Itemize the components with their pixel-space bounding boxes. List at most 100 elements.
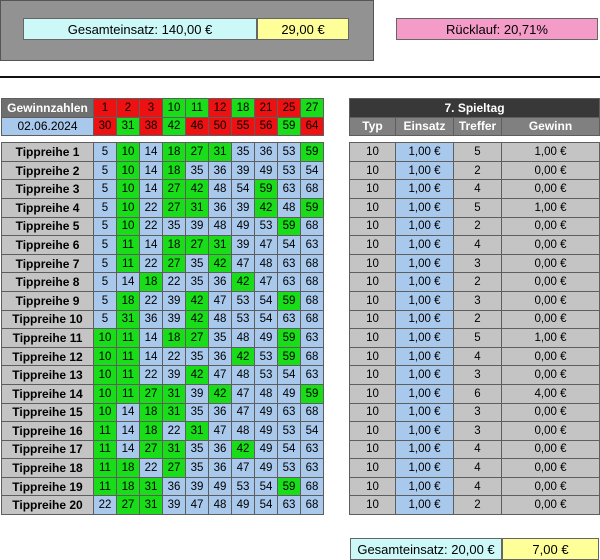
tip-number: 54 — [277, 235, 301, 255]
tip-number: 59 — [300, 142, 324, 162]
tip-number: 63 — [277, 272, 301, 292]
tip-number: 63 — [300, 235, 324, 255]
tip-row: Tippreihe 1 5 10 14 18 27 31 35 36 53 59 — [1, 142, 324, 162]
tip-number: 10 — [116, 160, 140, 181]
result-typ: 10 — [349, 402, 396, 423]
draw-row-1: Gewinnzahlen 1 2 3 10 11 12 18 21 25 27 — [1, 98, 324, 118]
result-win: 0,00 € — [500, 365, 600, 385]
tip-number: 59 — [277, 216, 301, 237]
tip-row: Tippreihe 17 11 14 27 31 35 36 42 49 54 63 — [1, 439, 324, 460]
result-win: 0,00 € — [500, 495, 600, 516]
tip-number: 47 — [231, 402, 255, 423]
tip-number: 49 — [254, 328, 278, 348]
tip-number: 35 — [185, 253, 209, 274]
tip-row: Tippreihe 14 10 11 27 31 39 42 47 48 49 59 — [1, 383, 324, 404]
tip-row: Tippreihe 2 5 10 14 18 35 36 39 49 53 54 — [1, 160, 324, 181]
tip-number: 59 — [277, 290, 301, 311]
tip-row: Tippreihe 4 5 10 22 27 31 36 39 42 48 59 — [1, 197, 324, 218]
tip-number: 22 — [139, 458, 163, 478]
tip-number: 47 — [208, 290, 232, 311]
tip-number: 5 — [93, 160, 117, 181]
tip-number: 14 — [116, 421, 140, 441]
result-typ: 10 — [349, 290, 396, 311]
tip-number: 49 — [231, 216, 255, 237]
tip-number: 54 — [300, 160, 324, 181]
tip-number: 27 — [139, 439, 163, 460]
tip-row-label: Tippreihe 13 — [1, 365, 94, 385]
drawn-number: 42 — [162, 116, 186, 137]
tip-number: 10 — [93, 328, 117, 348]
tip-number: 42 — [231, 439, 255, 460]
tip-row: Tippreihe 6 5 11 14 18 27 31 39 47 54 63 — [1, 235, 324, 255]
tip-row-label: Tippreihe 1 — [1, 142, 94, 162]
result-typ: 10 — [349, 235, 396, 255]
tip-number: 36 — [208, 458, 232, 478]
tip-number: 47 — [231, 458, 255, 478]
tip-row: Tippreihe 13 10 11 22 39 42 47 48 53 54 63 — [1, 365, 324, 385]
drawn-number: 2 — [116, 98, 140, 118]
tip-number: 53 — [254, 365, 278, 385]
tip-row-label: Tippreihe 17 — [1, 439, 94, 460]
tip-number: 39 — [231, 197, 255, 218]
tip-number: 63 — [300, 458, 324, 478]
result-hits: 5 — [453, 142, 502, 162]
tip-number: 39 — [185, 216, 209, 237]
result-typ: 10 — [349, 421, 396, 441]
result-row: 10 1,00 €3 0,00 € — [349, 365, 600, 385]
result-row: 10 1,00 €4 0,00 € — [349, 458, 600, 478]
result-stake: 1,00 € — [395, 439, 454, 460]
tip-number: 39 — [231, 235, 255, 255]
result-hits: 3 — [453, 290, 502, 311]
tip-number: 47 — [208, 365, 232, 385]
tip-number: 5 — [93, 197, 117, 218]
result-win: 0,00 € — [500, 439, 600, 460]
result-win: 0,00 € — [500, 216, 600, 237]
result-typ: 10 — [349, 328, 396, 348]
result-win: 0,00 € — [500, 160, 600, 181]
tip-number: 36 — [208, 272, 232, 292]
tip-number: 36 — [139, 309, 163, 330]
tip-number: 63 — [300, 328, 324, 348]
tip-number: 68 — [300, 495, 324, 516]
results-column-headers: Typ Einsatz Treffer Gewinn — [349, 116, 600, 137]
tip-number: 63 — [277, 495, 301, 516]
tip-number: 11 — [93, 439, 117, 460]
tip-number: 53 — [231, 309, 255, 330]
result-typ: 10 — [349, 383, 396, 404]
tip-number: 36 — [254, 142, 278, 162]
tip-row-label: Tippreihe 19 — [1, 476, 94, 497]
tip-number: 11 — [93, 458, 117, 478]
tip-number: 53 — [231, 290, 255, 311]
tip-row: Tippreihe 8 5 14 18 22 35 36 42 47 63 68 — [1, 272, 324, 292]
tip-number: 35 — [185, 458, 209, 478]
results-table: 7. Spieltag Typ Einsatz Treffer Gewinn 10 1,00… — [348, 98, 600, 516]
tip-number: 48 — [231, 421, 255, 441]
tip-number: 48 — [208, 216, 232, 237]
result-typ: 10 — [349, 365, 396, 385]
tip-number: 36 — [208, 346, 232, 367]
tip-number: 68 — [300, 272, 324, 292]
tip-number: 18 — [162, 142, 186, 162]
tip-number: 5 — [93, 290, 117, 311]
result-hits: 5 — [453, 328, 502, 348]
tip-number: 63 — [277, 309, 301, 330]
result-win: 1,00 € — [500, 197, 600, 218]
result-row: 10 1,00 €5 1,00 € — [349, 142, 600, 162]
tip-number: 27 — [116, 495, 140, 516]
spacer-cell — [350, 136, 600, 143]
tip-number: 22 — [162, 421, 186, 441]
tip-number: 5 — [93, 142, 117, 162]
result-typ: 10 — [349, 309, 396, 330]
tip-number: 54 — [300, 421, 324, 441]
result-typ: 10 — [349, 160, 396, 181]
tip-row-label: Tippreihe 6 — [1, 235, 94, 255]
result-win: 0,00 € — [500, 421, 600, 441]
tip-number: 27 — [162, 197, 186, 218]
tip-number: 36 — [208, 160, 232, 181]
tip-number: 48 — [254, 383, 278, 404]
tip-number: 49 — [277, 383, 301, 404]
tip-number: 36 — [208, 197, 232, 218]
tip-number: 22 — [139, 290, 163, 311]
result-typ: 10 — [349, 439, 396, 460]
tip-number: 27 — [162, 179, 186, 199]
